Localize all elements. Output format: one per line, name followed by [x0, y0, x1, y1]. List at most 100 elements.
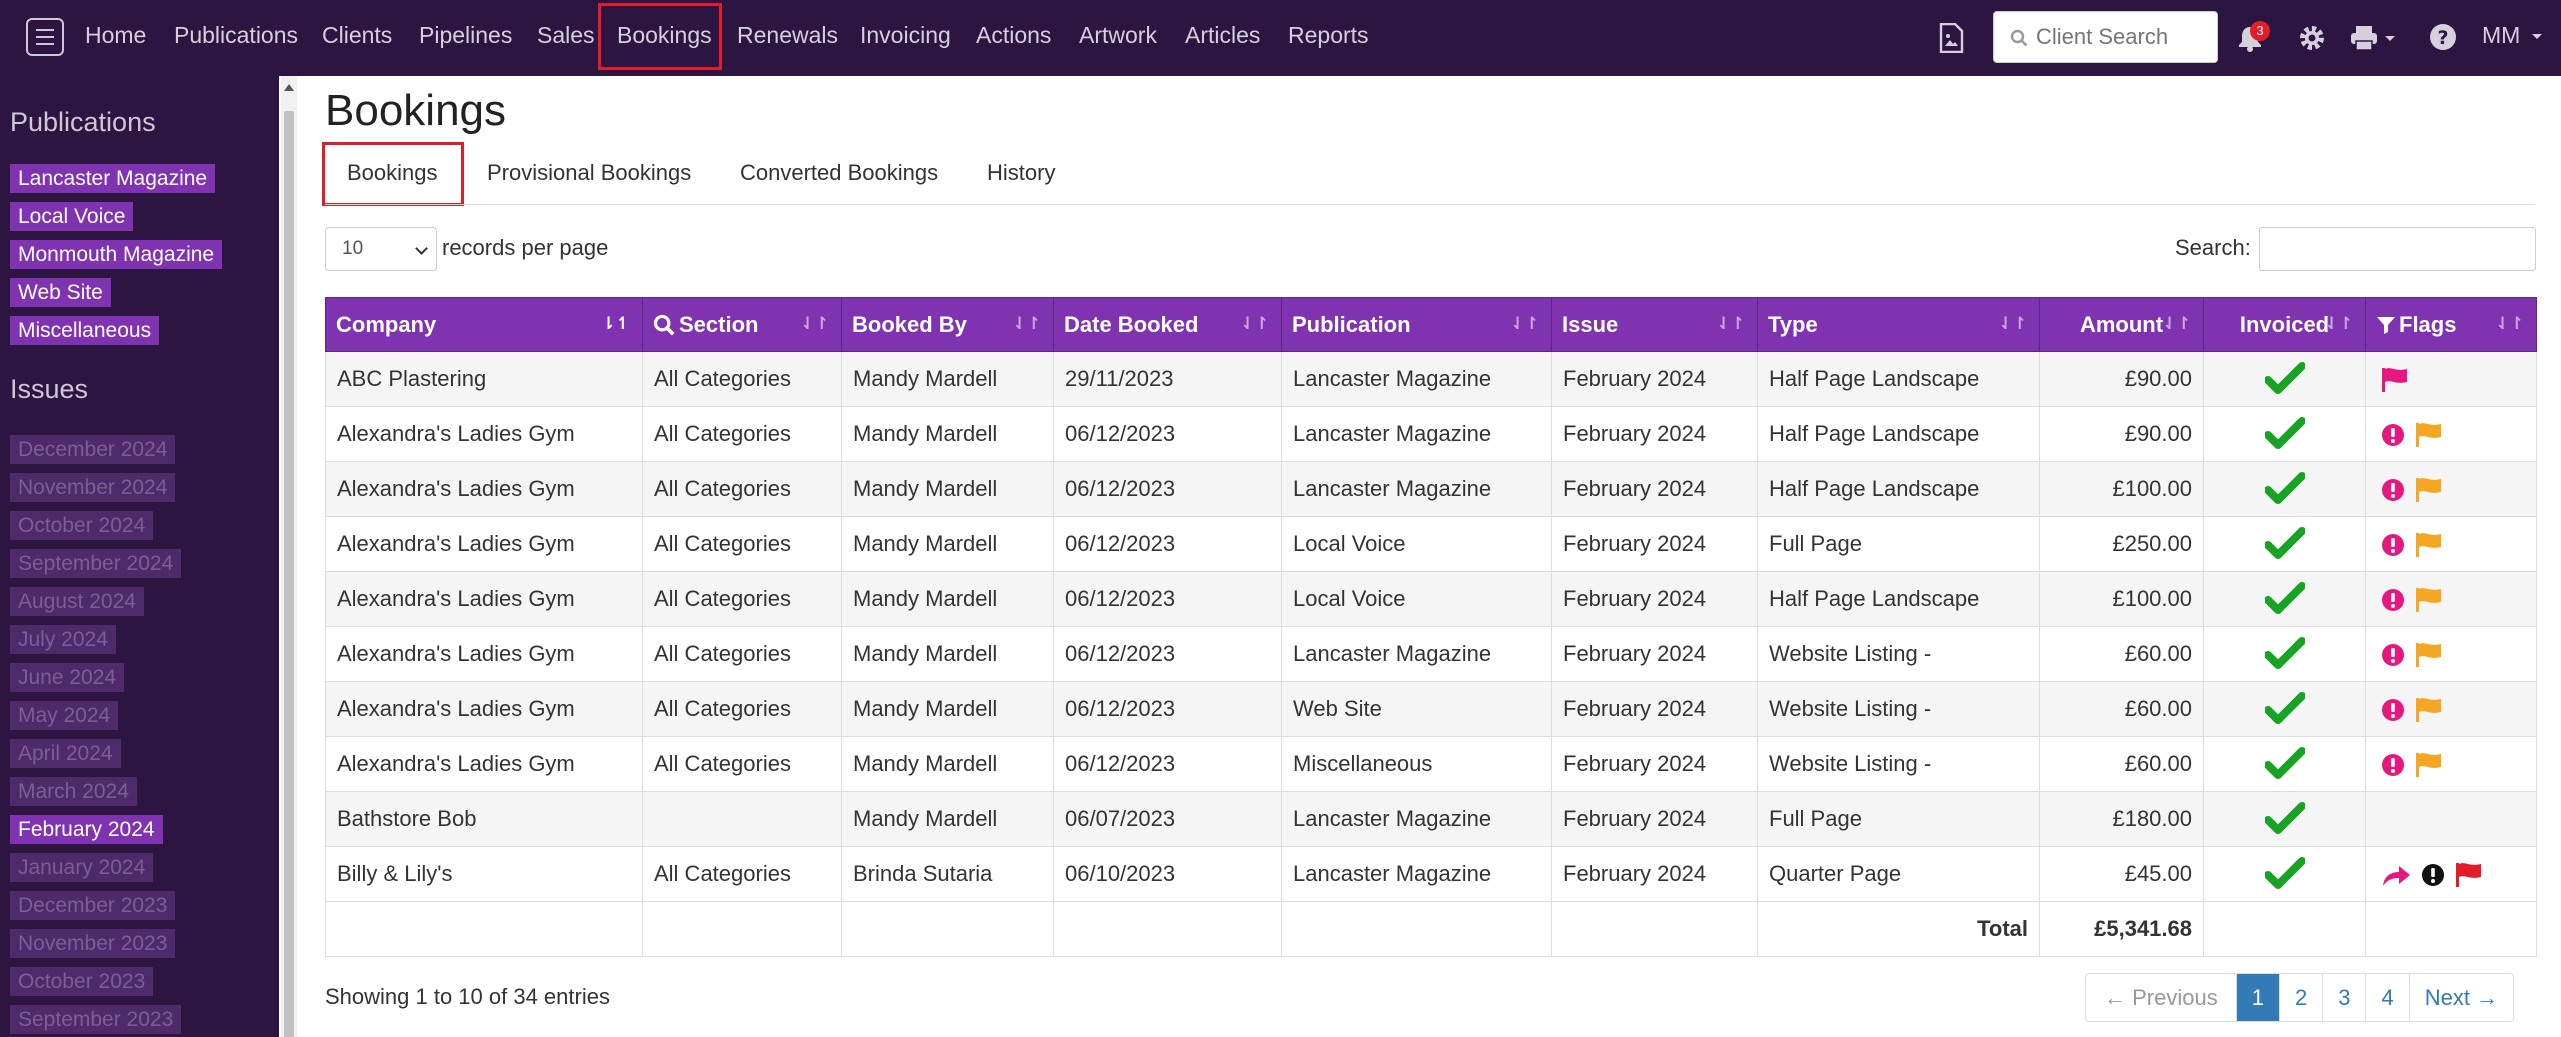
issue-tag[interactable]: July 2024	[10, 625, 116, 654]
issue-tag[interactable]: June 2024	[10, 663, 125, 692]
help-icon[interactable]: ?	[2429, 23, 2457, 56]
sort-icon[interactable]: ⇃↾	[2496, 314, 2525, 334]
image-document-icon[interactable]	[1938, 22, 1964, 58]
issue-tag[interactable]: August 2024	[10, 587, 144, 616]
sidebar-scrollbar[interactable]	[281, 76, 297, 1037]
sort-icon[interactable]: ⇃↾	[1717, 314, 1746, 334]
nav-sales[interactable]: Sales	[537, 22, 595, 49]
pink-flag-icon[interactable]	[2381, 365, 2419, 392]
issue-tag[interactable]: May 2024	[10, 701, 119, 730]
issue-tag[interactable]: November 2023	[10, 929, 176, 958]
table-row[interactable]: ABC Plastering All Categories Mandy Mardel…	[325, 351, 2537, 407]
nav-articles[interactable]: Articles	[1185, 22, 1260, 49]
menu-icon[interactable]	[26, 18, 64, 56]
pink-alert-icon[interactable]	[2381, 750, 2415, 776]
nav-clients[interactable]: Clients	[322, 22, 392, 49]
pagination-previous[interactable]: ← Previous	[2086, 974, 2236, 1021]
col-issue[interactable]: Issue ⇃↾	[1551, 297, 1758, 352]
sort-icon[interactable]: ⇃↾	[1999, 314, 2028, 334]
sort-icon[interactable]: ⇃↾	[1511, 314, 1540, 334]
user-menu[interactable]: MM	[2482, 22, 2543, 49]
col-date-booked[interactable]: Date Booked ⇃↾	[1053, 297, 1282, 352]
pink-alert-icon[interactable]	[2381, 475, 2415, 501]
issue-tag[interactable]: January 2024	[10, 853, 154, 882]
pink-alert-icon[interactable]	[2381, 420, 2415, 446]
pagination-page-1[interactable]: 1	[2235, 974, 2279, 1021]
nav-invoicing[interactable]: Invoicing	[860, 22, 951, 49]
publication-tag[interactable]: Local Voice	[10, 202, 134, 231]
issue-tag[interactable]: December 2024	[10, 435, 176, 464]
nav-renewals[interactable]: Renewals	[737, 22, 838, 49]
pink-share-icon[interactable]	[2381, 860, 2421, 886]
orange-flag-icon[interactable]	[2415, 475, 2453, 502]
pagination-page-4[interactable]: 4	[2365, 974, 2408, 1021]
client-search-input[interactable]	[2036, 22, 2211, 52]
col-type[interactable]: Type ⇃↾	[1757, 297, 2040, 352]
issue-tag-active[interactable]: February 2024	[10, 815, 163, 844]
filter-icon[interactable]	[2376, 315, 2396, 335]
table-row[interactable]: Alexandra's Ladies Gym All Categories Mand…	[325, 516, 2537, 572]
col-publication[interactable]: Publication ⇃↾	[1281, 297, 1552, 352]
records-per-page-select[interactable]: 10	[325, 227, 437, 271]
publication-tag[interactable]: Miscellaneous	[10, 316, 160, 345]
col-section[interactable]: Section ⇃↾	[642, 297, 842, 352]
issue-tag[interactable]: November 2024	[10, 473, 176, 502]
col-booked-by[interactable]: Booked By ⇃↾	[841, 297, 1054, 352]
gear-icon[interactable]	[2297, 23, 2327, 58]
sort-icon[interactable]: ⇃↾	[1241, 314, 1270, 334]
table-row[interactable]: Bathstore Bob Mandy Mardell 06/07/2023 Lanc…	[325, 791, 2537, 847]
issue-tag[interactable]: September 2024	[10, 549, 182, 578]
sort-icon[interactable]: ⇃↾	[2163, 314, 2192, 334]
issue-tag[interactable]: October 2023	[10, 967, 154, 996]
pink-alert-icon[interactable]	[2381, 585, 2415, 611]
publication-tag[interactable]: Web Site	[10, 278, 111, 307]
print-icon[interactable]	[2350, 25, 2398, 56]
tab-history[interactable]: History	[987, 160, 1055, 186]
col-flags[interactable]: Flags ⇃↾	[2365, 297, 2537, 352]
orange-flag-icon[interactable]	[2415, 640, 2453, 667]
table-row[interactable]: Billy & Lily's All Categories Brinda Sutar…	[325, 846, 2537, 902]
publication-tag[interactable]: Monmouth Magazine	[10, 240, 223, 269]
pagination-page-3[interactable]: 3	[2322, 974, 2365, 1021]
orange-flag-icon[interactable]	[2415, 420, 2453, 447]
col-amount[interactable]: Amount ⇃↾	[2039, 297, 2204, 352]
pink-alert-icon[interactable]	[2381, 640, 2415, 666]
table-row[interactable]: Alexandra's Ladies Gym All Categories Mand…	[325, 736, 2537, 792]
col-company[interactable]: Company ⇂↿	[325, 297, 643, 352]
pink-alert-icon[interactable]	[2381, 695, 2415, 721]
publication-tag[interactable]: Lancaster Magazine	[10, 164, 216, 193]
nav-publications[interactable]: Publications	[174, 22, 298, 49]
nav-reports[interactable]: Reports	[1288, 22, 1369, 49]
nav-home[interactable]: Home	[85, 22, 146, 49]
scroll-thumb[interactable]	[284, 111, 294, 1037]
col-invoiced[interactable]: Invoiced ⇃↾	[2203, 297, 2366, 352]
orange-flag-icon[interactable]	[2415, 750, 2453, 777]
nav-artwork[interactable]: Artwork	[1079, 22, 1157, 49]
sort-asc-icon[interactable]: ⇂↿	[602, 314, 631, 334]
sort-icon[interactable]: ⇃↾	[801, 314, 830, 334]
orange-flag-icon[interactable]	[2415, 695, 2453, 722]
black-alert-icon[interactable]	[2421, 860, 2455, 886]
table-row[interactable]: Alexandra's Ladies Gym All Categories Mand…	[325, 461, 2537, 517]
table-row[interactable]: Alexandra's Ladies Gym All Categories Mand…	[325, 571, 2537, 627]
red-flag-icon[interactable]	[2455, 860, 2493, 887]
issue-tag[interactable]: March 2024	[10, 777, 137, 806]
issue-tag[interactable]: September 2023	[10, 1005, 182, 1034]
table-row[interactable]: Alexandra's Ladies Gym All Categories Mand…	[325, 406, 2537, 462]
issue-tag[interactable]: December 2023	[10, 891, 176, 920]
orange-flag-icon[interactable]	[2415, 585, 2453, 612]
pink-alert-icon[interactable]	[2381, 530, 2415, 556]
tab-provisional-bookings[interactable]: Provisional Bookings	[487, 160, 691, 186]
table-search-input[interactable]	[2259, 227, 2536, 271]
scroll-up-arrow-icon[interactable]	[284, 84, 294, 91]
table-row[interactable]: Alexandra's Ladies Gym All Categories Mand…	[325, 681, 2537, 737]
issue-tag[interactable]: April 2024	[10, 739, 121, 768]
tab-converted-bookings[interactable]: Converted Bookings	[740, 160, 938, 186]
issue-tag[interactable]: October 2024	[10, 511, 154, 540]
nav-actions[interactable]: Actions	[976, 22, 1051, 49]
table-row[interactable]: Alexandra's Ladies Gym All Categories Mand…	[325, 626, 2537, 682]
client-search[interactable]	[1993, 11, 2218, 63]
orange-flag-icon[interactable]	[2415, 530, 2453, 557]
nav-pipelines[interactable]: Pipelines	[419, 22, 512, 49]
sort-icon[interactable]: ⇃↾	[2325, 314, 2354, 334]
